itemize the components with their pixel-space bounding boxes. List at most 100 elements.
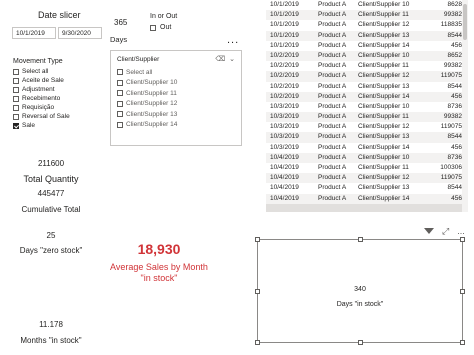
resize-handle[interactable] <box>255 340 260 345</box>
table-row: 10/3/2019 Product A Client/Supplier 11 9938… <box>266 112 462 123</box>
cell-product: Product A <box>318 164 347 171</box>
cell-client: Client/Supplier 14 <box>358 41 410 49</box>
cell-product: Product A <box>318 21 347 29</box>
resize-handle[interactable] <box>460 340 465 345</box>
resize-handle[interactable] <box>358 237 363 242</box>
cell-value: 99382 <box>443 113 462 121</box>
movement-item-requisicao[interactable]: Requisição <box>13 103 70 112</box>
days-in-stock-value: 340 <box>354 286 366 293</box>
checkbox-icon[interactable] <box>13 95 19 102</box>
checkbox-icon[interactable] <box>13 77 19 84</box>
resize-handle[interactable] <box>255 237 260 242</box>
item-label: Client/Supplier 11 <box>126 89 177 97</box>
cell-product: Product A <box>318 51 347 59</box>
cell-client: Client/Supplier 12 <box>358 174 410 182</box>
cell-product: Product A <box>318 143 347 151</box>
client-item-10[interactable]: Client/Supplier 10 <box>117 78 177 89</box>
table-row: 10/1/2019 Product A Client/Supplier 11 9938… <box>266 10 462 21</box>
filter-icon[interactable] <box>424 228 434 234</box>
cell-product: Product A <box>318 1 347 8</box>
table-row: 10/2/2019 Product A Client/Supplier 12 1190… <box>266 71 462 82</box>
checkbox-icon[interactable] <box>150 24 156 31</box>
client-item-14[interactable]: Client/Supplier 14 <box>117 120 177 131</box>
scrollbar-thumb[interactable] <box>463 4 467 40</box>
checkbox-icon[interactable] <box>117 79 123 86</box>
cell-value: 99382 <box>443 62 462 70</box>
cell-date: 10/2/2019 <box>270 82 299 90</box>
item-label: Select all <box>126 68 153 76</box>
checkbox-checked-icon[interactable] <box>13 122 19 129</box>
cell-date: 10/3/2019 <box>270 133 299 141</box>
client-item-select-all[interactable]: Select all <box>117 67 177 78</box>
start-date-input[interactable]: 10/1/2019 <box>12 27 56 39</box>
cell-value: 8652 <box>447 51 462 59</box>
checkbox-icon[interactable] <box>117 121 123 128</box>
checkbox-icon[interactable] <box>13 113 19 120</box>
focus-mode-icon[interactable]: ⤢ <box>442 226 449 237</box>
cell-date: 10/3/2019 <box>270 113 299 121</box>
movement-item-sale[interactable]: Sale <box>13 121 70 130</box>
cell-client: Client/Supplier 10 <box>358 102 410 110</box>
resize-handle[interactable] <box>460 237 465 242</box>
cell-product: Product A <box>318 133 347 141</box>
eraser-icon[interactable]: ⌫ <box>215 55 225 63</box>
item-label: Aceite de Sale <box>22 77 64 84</box>
table-row: 10/3/2019 Product A Client/Supplier 13 8544 <box>266 132 462 143</box>
days-zero-stock-value: 25 <box>46 231 56 240</box>
more-options-icon[interactable]: ... <box>457 226 465 237</box>
date-slicer-title: Date slicer <box>38 10 81 20</box>
checkbox-icon[interactable] <box>117 111 123 118</box>
cell-value: 8628 <box>447 1 462 8</box>
cell-product: Product A <box>318 153 347 161</box>
movement-item-adjustment[interactable]: Adjustment <box>13 85 70 94</box>
days-in-stock-card[interactable]: 340 Days "in stock" <box>255 237 465 345</box>
cell-date: 10/2/2019 <box>270 72 299 80</box>
resize-handle[interactable] <box>358 340 363 345</box>
cell-product: Product A <box>318 41 347 49</box>
slicer-header-icons: ⌫ ⌄ <box>215 55 235 63</box>
checkbox-icon[interactable] <box>117 90 123 97</box>
checkbox-icon[interactable] <box>13 68 19 75</box>
cell-value: 8736 <box>447 102 462 110</box>
checkbox-icon[interactable] <box>117 100 123 107</box>
client-item-12[interactable]: Client/Supplier 12 <box>117 99 177 110</box>
cell-date: 10/1/2019 <box>270 1 299 8</box>
movement-item-aceite-de-sale[interactable]: Aceite de Sale <box>13 76 70 85</box>
checkbox-icon[interactable] <box>13 86 19 93</box>
cell-value: 456 <box>451 41 462 49</box>
movement-type-list: Select all Aceite de Sale Adjustment Rec… <box>13 67 70 130</box>
movement-type-title: Movement Type <box>13 58 63 65</box>
client-supplier-title: Client/Supplier <box>117 56 160 63</box>
cell-client: Client/Supplier 14 <box>358 92 410 100</box>
cell-value: 8544 <box>447 31 462 39</box>
checkbox-icon[interactable] <box>117 69 123 76</box>
table-row: 10/4/2019 Product A Client/Supplier 10 8736 <box>266 152 462 163</box>
cell-value: 8544 <box>447 184 462 192</box>
more-options-icon[interactable]: ... <box>227 34 239 46</box>
client-supplier-slicer: Client/Supplier ⌫ ⌄ Select all Client/Su… <box>110 50 242 146</box>
cell-date: 10/2/2019 <box>270 92 299 100</box>
movement-item-recebimento[interactable]: Recebimento <box>13 94 70 103</box>
client-item-11[interactable]: Client/Supplier 11 <box>117 88 177 99</box>
checkbox-icon[interactable] <box>13 104 19 111</box>
cell-value: 99382 <box>443 11 462 19</box>
cell-date: 10/4/2019 <box>270 194 299 202</box>
average-sales-value: 18,930 <box>137 241 181 257</box>
cell-date: 10/3/2019 <box>270 123 299 131</box>
table-row: 10/3/2019 Product A Client/Supplier 10 8736 <box>266 101 462 113</box>
days-value: 365 <box>114 18 128 27</box>
in-or-out-option-out[interactable]: Out <box>150 24 171 31</box>
cell-product: Product A <box>318 174 347 182</box>
chevron-down-icon[interactable]: ⌄ <box>229 55 235 63</box>
movement-item-reversal-of-sale[interactable]: Reversal of Sale <box>13 112 70 121</box>
table-row: 10/4/2019 Product A Client/Supplier 12 1190… <box>266 173 462 184</box>
cell-value: 118835 <box>440 21 462 29</box>
cell-product: Product A <box>318 102 347 110</box>
table-row: 10/4/2019 Product A Client/Supplier 14 456 <box>266 193 462 204</box>
end-date-input[interactable]: 9/30/2020 <box>58 27 102 39</box>
table-row: 10/1/2019 Product A Client/Supplier 14 456 <box>266 40 462 51</box>
client-item-13[interactable]: Client/Supplier 13 <box>117 109 177 120</box>
cell-value: 456 <box>451 143 462 151</box>
total-quantity-label: Total Quantity <box>23 174 79 184</box>
movement-item-select-all[interactable]: Select all <box>13 67 70 76</box>
